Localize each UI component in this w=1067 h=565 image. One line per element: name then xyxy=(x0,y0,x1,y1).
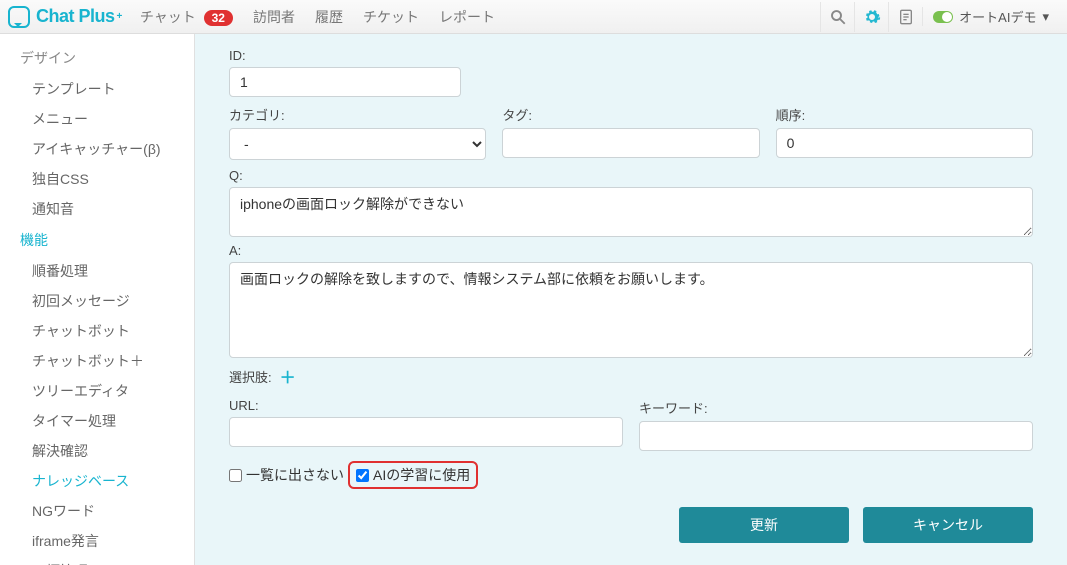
update-button[interactable]: 更新 xyxy=(679,507,849,543)
keyword-input[interactable] xyxy=(639,421,1033,451)
order-input[interactable] xyxy=(776,128,1033,158)
mode-label: オートAIデモ xyxy=(959,7,1036,26)
sidebar-item-eyecatcher[interactable]: アイキャッチャー(β) xyxy=(0,134,194,164)
a-label: A: xyxy=(229,243,1033,258)
brand-sup: + xyxy=(117,11,122,22)
field-order: 順序: xyxy=(776,105,1033,160)
a-textarea[interactable]: 画面ロックの解除を致しますので、情報システム部に依頼をお願いします。 xyxy=(229,262,1033,358)
field-url: URL: xyxy=(229,398,623,451)
field-choices: 選択肢: ＋ xyxy=(229,364,1033,388)
ai-checkbox-label: AIの学習に使用 xyxy=(373,465,470,485)
button-row: 更新 キャンセル xyxy=(229,507,1033,543)
checkbox-hide-from-list[interactable]: 一覧に出さない xyxy=(229,465,344,485)
nav-history[interactable]: 履歴 xyxy=(315,7,343,27)
checkbox-row: 一覧に出さない AIの学習に使用 xyxy=(229,461,1033,489)
chevron-down-icon: ▾ xyxy=(1042,9,1049,25)
topbar: Chat Plus+ チャット 32 訪問者 履歴 チケット レポート オートA… xyxy=(0,0,1067,34)
field-q: Q: iphoneの画面ロック解除ができない xyxy=(229,168,1033,237)
sidebar-item-firstmsg[interactable]: 初回メッセージ xyxy=(0,286,194,316)
sidebar-item-iframe[interactable]: iframe発言 xyxy=(0,526,194,556)
mode-toggle[interactable]: オートAIデモ ▾ xyxy=(922,7,1059,26)
add-choice-button[interactable]: ＋ xyxy=(280,364,296,388)
q-textarea[interactable]: iphoneの画面ロック解除ができない xyxy=(229,187,1033,237)
field-keyword: キーワード: xyxy=(639,398,1033,451)
toggle-on-icon xyxy=(933,11,953,23)
top-nav: チャット 32 訪問者 履歴 チケット レポート xyxy=(140,7,495,27)
sidebar-item-chatbotplus[interactable]: チャットボット＋ xyxy=(0,346,194,376)
tag-label: タグ: xyxy=(502,105,759,124)
hide-checkbox[interactable] xyxy=(229,469,242,482)
nav-chat-label: チャット xyxy=(140,9,196,25)
nav-report[interactable]: レポート xyxy=(439,7,495,27)
sidebar: デザイン テンプレート メニュー アイキャッチャー(β) 独自CSS 通知音 機… xyxy=(0,34,195,565)
keyword-label: キーワード: xyxy=(639,398,1033,417)
sidebar-item-knowledgebase[interactable]: ナレッジベース xyxy=(0,466,194,496)
sidebar-item-customcss[interactable]: 独自CSS xyxy=(0,164,194,194)
field-a: A: 画面ロックの解除を致しますので、情報システム部に依頼をお願いします。 xyxy=(229,243,1033,358)
sidebar-head-design[interactable]: デザイン xyxy=(0,44,194,74)
brand-name: Chat Plus xyxy=(36,6,115,27)
field-id: ID: xyxy=(229,48,1033,97)
sidebar-head-function[interactable]: 機能 xyxy=(0,224,194,256)
document-icon[interactable] xyxy=(888,2,922,32)
nav-ticket[interactable]: チケット xyxy=(363,7,419,27)
field-tag: タグ: xyxy=(502,105,759,160)
sidebar-item-resolve[interactable]: 解決確認 xyxy=(0,436,194,466)
search-icon[interactable] xyxy=(820,2,854,32)
hide-checkbox-label: 一覧に出さない xyxy=(246,465,344,485)
ai-checkbox[interactable] xyxy=(356,469,369,482)
sidebar-item-goal[interactable]: 目標管理 xyxy=(0,556,194,565)
sidebar-item-timer[interactable]: タイマー処理 xyxy=(0,406,194,436)
choices-label: 選択肢: xyxy=(229,367,272,386)
id-input[interactable] xyxy=(229,67,461,97)
chat-count-badge: 32 xyxy=(204,10,233,26)
url-input[interactable] xyxy=(229,417,623,447)
sidebar-item-ngword[interactable]: NGワード xyxy=(0,496,194,526)
nav-visitors[interactable]: 訪問者 xyxy=(253,7,295,27)
sidebar-item-queue[interactable]: 順番処理 xyxy=(0,256,194,286)
cancel-button[interactable]: キャンセル xyxy=(863,507,1033,543)
category-label: カテゴリ: xyxy=(229,105,486,124)
sidebar-item-chatbot[interactable]: チャットボット xyxy=(0,316,194,346)
category-select[interactable]: - xyxy=(229,128,486,160)
ai-learning-highlight: AIの学習に使用 xyxy=(348,461,478,489)
field-category: カテゴリ: - xyxy=(229,105,486,160)
q-label: Q: xyxy=(229,168,1033,183)
chat-logo-icon xyxy=(8,6,30,28)
id-label: ID: xyxy=(229,48,1033,63)
brand-logo[interactable]: Chat Plus+ xyxy=(8,6,122,28)
sidebar-item-template[interactable]: テンプレート xyxy=(0,74,194,104)
checkbox-ai-learning[interactable]: AIの学習に使用 xyxy=(356,465,470,485)
gear-icon[interactable] xyxy=(854,2,888,32)
sidebar-item-menu[interactable]: メニュー xyxy=(0,104,194,134)
nav-chat[interactable]: チャット 32 xyxy=(140,7,233,27)
content-panel: ID: カテゴリ: - タグ: 順序: Q: iphoneの画面ロック解除ができ… xyxy=(195,34,1067,565)
topbar-right: オートAIデモ ▾ xyxy=(820,2,1059,32)
sidebar-item-sound[interactable]: 通知音 xyxy=(0,194,194,224)
tag-input[interactable] xyxy=(502,128,759,158)
sidebar-item-treeeditor[interactable]: ツリーエディタ xyxy=(0,376,194,406)
url-label: URL: xyxy=(229,398,623,413)
order-label: 順序: xyxy=(776,105,1033,124)
